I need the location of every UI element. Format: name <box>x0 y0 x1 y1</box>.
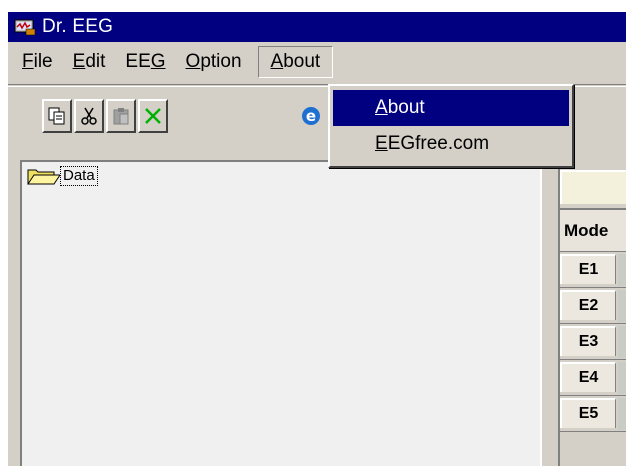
row-header-cell: E2 <box>560 290 616 320</box>
grid-cell <box>618 254 626 286</box>
grid-header-mode[interactable]: Mode <box>560 208 626 252</box>
about-dropdown-menu: About E EGfree.com <box>328 84 574 168</box>
row-header-cell: E4 <box>560 362 616 392</box>
copy-icon <box>48 107 65 125</box>
menu-option[interactable]: Option <box>176 46 252 78</box>
table-row[interactable]: E5 <box>560 396 626 432</box>
cut-button[interactable] <box>74 99 104 133</box>
internet-explorer-icon: e <box>302 107 320 125</box>
paste-button[interactable] <box>106 99 136 133</box>
row-header-cell: E1 <box>560 254 616 284</box>
panel-splitter[interactable] <box>544 160 558 466</box>
grid-cell <box>618 398 626 430</box>
folder-tree-view[interactable]: Data <box>20 160 542 466</box>
cut-icon <box>81 107 97 125</box>
menu-eeg[interactable]: EE G <box>115 46 175 78</box>
internet-explorer-button[interactable]: e <box>296 99 326 133</box>
table-row[interactable]: E1 <box>560 252 626 288</box>
grid-cell <box>618 290 626 322</box>
title-bar[interactable]: Dr. EEG <box>8 12 626 42</box>
menu-item-about[interactable]: About <box>333 90 569 126</box>
grid-cell <box>618 326 626 358</box>
app-icon[interactable] <box>14 18 36 36</box>
tree-node-data[interactable]: Data <box>26 166 98 186</box>
tree-node-label: Data <box>60 166 98 186</box>
channel-grid: E1 E2 E3 E4 E5 <box>560 252 626 466</box>
menu-edit[interactable]: Edit <box>63 46 116 78</box>
folder-open-icon <box>26 166 60 186</box>
app-window: Dr. EEG File Edit EE G Option About e Da… <box>6 10 626 466</box>
channel-panel: Mode E1 E2 E3 E4 E5 <box>558 160 626 466</box>
delete-icon <box>145 108 161 124</box>
menu-file[interactable]: File <box>12 46 63 78</box>
channel-panel-toolbar <box>560 170 626 204</box>
delete-button[interactable] <box>138 99 168 133</box>
menu-bar: File Edit EE G Option About <box>8 42 626 82</box>
table-row[interactable]: E2 <box>560 288 626 324</box>
copy-button[interactable] <box>42 99 72 133</box>
svg-text:e: e <box>306 107 316 125</box>
menu-item-eegfree[interactable]: E EGfree.com <box>333 126 569 162</box>
table-row[interactable]: E3 <box>560 324 626 360</box>
row-header-cell: E3 <box>560 326 616 356</box>
row-header-cell: E5 <box>560 398 616 428</box>
grid-cell <box>618 362 626 394</box>
menu-about[interactable]: About <box>257 46 334 78</box>
paste-icon <box>113 108 129 125</box>
table-row[interactable]: E4 <box>560 360 626 396</box>
window-title: Dr. EEG <box>42 16 114 37</box>
toolbar-button-group <box>42 99 170 137</box>
